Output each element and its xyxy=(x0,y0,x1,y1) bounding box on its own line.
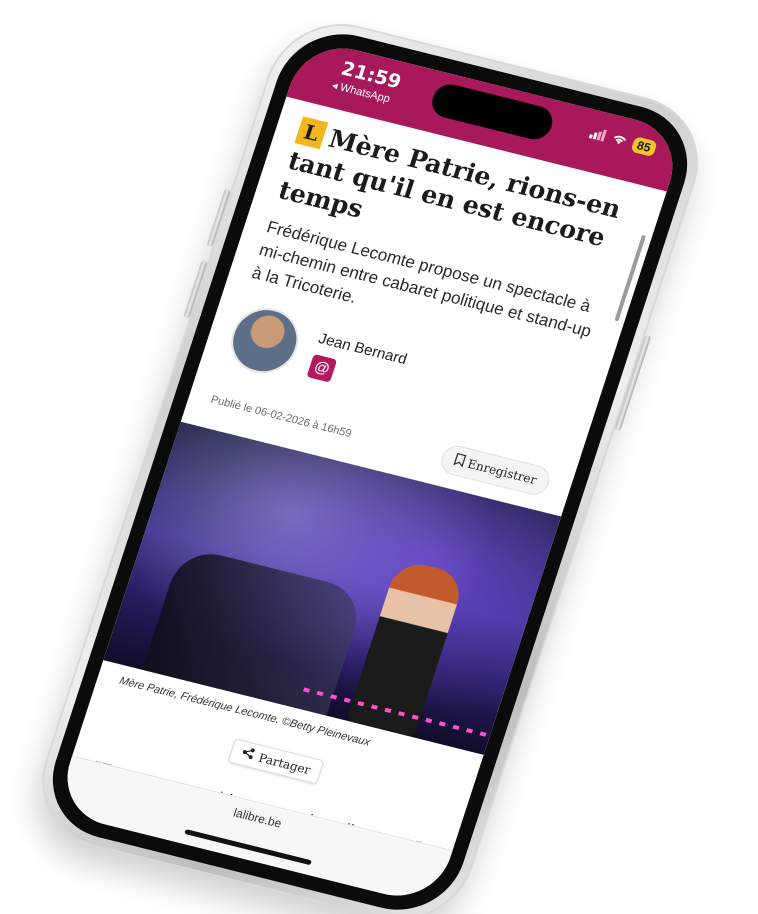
signal-icon xyxy=(588,126,608,144)
publication-date: Publié le 06-02-2026 à 16h59 xyxy=(209,393,353,441)
share-button[interactable]: Partager xyxy=(227,738,325,785)
article: L Mère Patrie, rions-en tant qu'il en est… xyxy=(66,97,666,869)
photo-performer xyxy=(345,558,467,738)
scene: 21:59 ◂ WhatsApp 85 L Mère Patrie, rions… xyxy=(0,0,758,914)
author-meta: Jean Bernard @ xyxy=(306,330,409,399)
brand-badge: L xyxy=(294,116,329,150)
home-indicator[interactable] xyxy=(184,829,312,866)
author-avatar[interactable] xyxy=(222,301,308,381)
save-label: Enregistrer xyxy=(465,456,539,488)
author-email-button[interactable]: @ xyxy=(306,353,338,383)
phone-device: 21:59 ◂ WhatsApp 85 L Mère Patrie, rions… xyxy=(23,8,717,914)
dynamic-island xyxy=(427,80,557,143)
phone-bezel: 21:59 ◂ WhatsApp 85 L Mère Patrie, rions… xyxy=(36,20,704,914)
share-label: Partager xyxy=(256,750,313,777)
wifi-icon xyxy=(609,131,629,149)
share-icon xyxy=(239,746,255,763)
bookmark-icon xyxy=(452,452,467,470)
phone-screen: 21:59 ◂ WhatsApp 85 L Mère Patrie, rions… xyxy=(54,37,686,907)
status-icons: 85 xyxy=(587,125,658,158)
battery-indicator: 85 xyxy=(630,136,658,158)
